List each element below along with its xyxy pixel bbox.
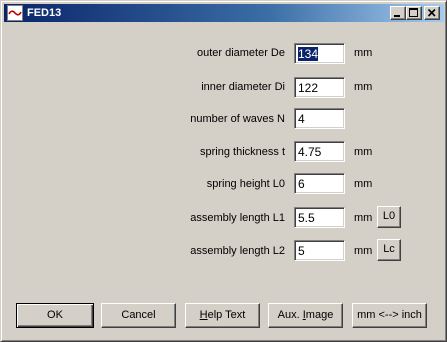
unit-toggle-button[interactable]: mm <--> inch: [352, 303, 427, 328]
assembly-length-l2-input[interactable]: 5: [294, 240, 345, 261]
spring-height-unit: mm: [354, 178, 373, 190]
close-button[interactable]: [424, 6, 440, 20]
outer-diameter-unit: mm: [354, 47, 373, 59]
close-icon: [427, 8, 436, 17]
outer-diameter-value: 134: [298, 47, 319, 61]
number-of-waves-input[interactable]: 4: [294, 108, 345, 129]
inner-diameter-input[interactable]: 122: [294, 77, 345, 98]
l0-button[interactable]: L0: [377, 206, 401, 228]
assembly-length-l2-unit: mm: [354, 245, 373, 257]
window-title: FED13: [27, 7, 62, 19]
inner-diameter-value: 122: [298, 81, 319, 95]
aux-image-label-prefix: Aux.: [277, 309, 303, 321]
dialog-window: FED13 outer diameter De 134 mm inner dia…: [0, 0, 447, 342]
lc-button[interactable]: Lc: [377, 239, 401, 261]
cancel-button[interactable]: Cancel: [101, 303, 176, 328]
spring-thickness-value: 4.75: [298, 145, 322, 159]
title-bar[interactable]: FED13: [4, 4, 444, 22]
outer-diameter-input[interactable]: 134: [294, 43, 345, 64]
outer-diameter-label: outer diameter De: [196, 47, 285, 59]
spring-thickness-unit: mm: [354, 146, 373, 158]
aux-image-button[interactable]: Aux. Image: [268, 303, 343, 328]
help-text-button[interactable]: Help Text: [185, 303, 260, 328]
help-text-label: elp Text: [207, 309, 246, 321]
inner-diameter-unit: mm: [354, 81, 373, 93]
minimize-button[interactable]: [390, 6, 406, 20]
assembly-length-l1-label: assembly length L1: [190, 212, 285, 224]
maximize-icon: [409, 8, 418, 17]
spring-height-input[interactable]: 6: [294, 173, 345, 194]
assembly-length-l2-label: assembly length L2: [190, 245, 285, 257]
maximize-button[interactable]: [406, 6, 422, 20]
spring-height-label: spring height L0: [206, 178, 285, 190]
number-of-waves-label: number of waves N: [190, 113, 285, 125]
spring-thickness-label: spring thickness t: [200, 146, 285, 158]
spring-thickness-input[interactable]: 4.75: [294, 141, 345, 162]
spring-height-value: 6: [298, 177, 305, 191]
assembly-length-l1-value: 5.5: [298, 211, 315, 225]
ok-button[interactable]: OK: [16, 303, 94, 328]
inner-diameter-label: inner diameter Di: [201, 81, 285, 93]
assembly-length-l1-input[interactable]: 5.5: [294, 207, 345, 228]
assembly-length-l1-unit: mm: [354, 212, 373, 224]
assembly-length-l2-value: 5: [298, 244, 305, 258]
wave-spring-icon: [7, 5, 23, 21]
minimize-icon: [394, 15, 400, 17]
aux-image-label-rest: mage: [305, 309, 334, 321]
help-text-mnemonic: H: [199, 309, 208, 321]
number-of-waves-value: 4: [298, 112, 305, 126]
